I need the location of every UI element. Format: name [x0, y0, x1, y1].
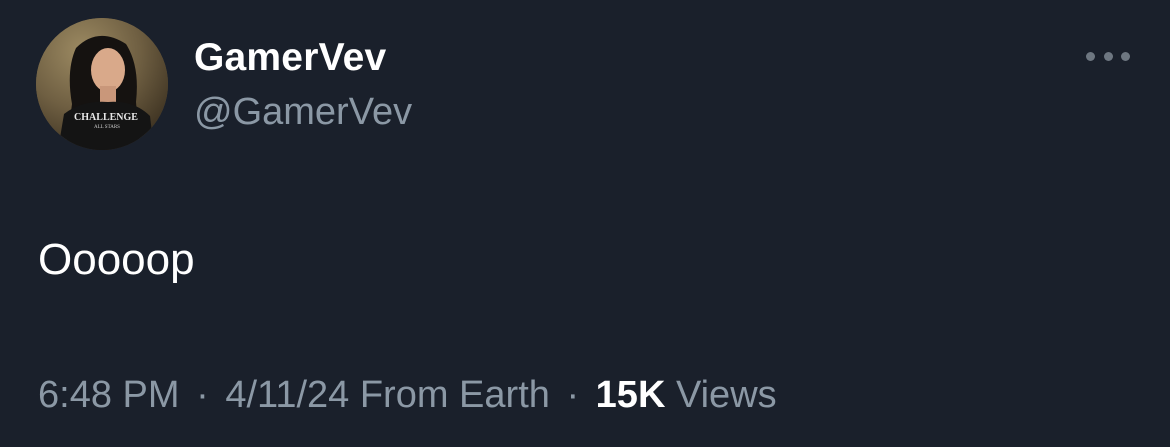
tweet-source: From Earth — [359, 374, 550, 416]
meta-separator: · — [196, 374, 209, 416]
tweet-time[interactable]: 6:48 PM — [38, 374, 180, 416]
tweet-card: CHALLENGE ALL STARS GamerVev @GamerVev O… — [0, 0, 1170, 447]
tweet-text: Ooooop — [38, 235, 195, 284]
tweet-metadata: 6:48 PM · 4/11/24 From Earth · 15K Views — [38, 370, 777, 420]
views-count[interactable]: 15K — [596, 374, 666, 416]
more-horizontal-icon-dot — [1103, 51, 1113, 61]
views-label: Views — [675, 374, 777, 416]
more-horizontal-icon — [1086, 51, 1095, 61]
tweet-date[interactable]: 4/11/24 — [225, 374, 349, 416]
more-horizontal-icon-dot — [1121, 51, 1130, 61]
avatar-shirt-text: CHALLENGE — [74, 112, 138, 123]
display-name[interactable]: GamerVev — [194, 34, 386, 82]
avatar[interactable]: CHALLENGE ALL STARS — [36, 18, 168, 150]
meta-separator: · — [566, 374, 580, 416]
avatar-image: CHALLENGE ALL STARS — [36, 18, 168, 150]
user-handle[interactable]: @GamerVev — [194, 88, 412, 136]
avatar-shirt-subtext: ALL STARS — [94, 125, 120, 130]
more-options-button[interactable] — [1086, 42, 1130, 70]
